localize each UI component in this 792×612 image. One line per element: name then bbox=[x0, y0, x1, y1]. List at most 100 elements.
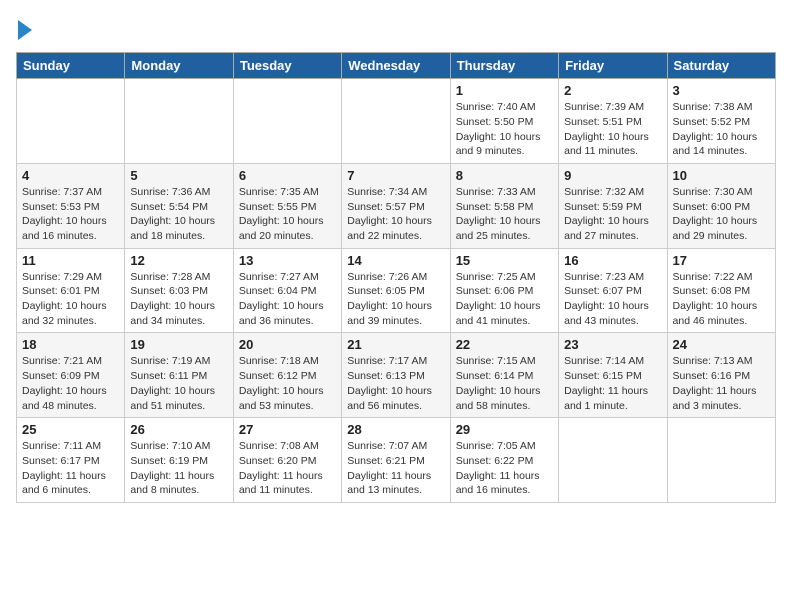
calendar-cell: 1 Sunrise: 7:40 AM Sunset: 5:50 PM Daylig… bbox=[450, 79, 558, 164]
day-number: 20 bbox=[239, 337, 336, 352]
calendar-cell: 29 Sunrise: 7:05 AM Sunset: 6:22 PM Dayli… bbox=[450, 418, 558, 503]
logo bbox=[16, 20, 32, 44]
calendar-cell: 8 Sunrise: 7:33 AM Sunset: 5:58 PM Daylig… bbox=[450, 163, 558, 248]
calendar-cell: 3 Sunrise: 7:38 AM Sunset: 5:52 PM Daylig… bbox=[667, 79, 775, 164]
calendar-cell: 21 Sunrise: 7:17 AM Sunset: 6:13 PM Dayli… bbox=[342, 333, 450, 418]
day-detail: Sunrise: 7:08 AM Sunset: 6:20 PM Dayligh… bbox=[239, 439, 336, 498]
day-number: 23 bbox=[564, 337, 661, 352]
logo-arrow-icon bbox=[18, 20, 32, 40]
calendar-cell: 20 Sunrise: 7:18 AM Sunset: 6:12 PM Dayli… bbox=[233, 333, 341, 418]
calendar-table: SundayMondayTuesdayWednesdayThursdayFrid… bbox=[16, 52, 776, 503]
day-detail: Sunrise: 7:25 AM Sunset: 6:06 PM Dayligh… bbox=[456, 270, 553, 329]
day-number: 10 bbox=[673, 168, 770, 183]
day-number: 14 bbox=[347, 253, 444, 268]
calendar-cell: 2 Sunrise: 7:39 AM Sunset: 5:51 PM Daylig… bbox=[559, 79, 667, 164]
calendar-cell: 5Sunrise: 7:36 AM Sunset: 5:54 PM Daylig… bbox=[125, 163, 233, 248]
calendar-cell bbox=[17, 79, 125, 164]
calendar-cell: 6Sunrise: 7:35 AM Sunset: 5:55 PM Daylig… bbox=[233, 163, 341, 248]
day-number: 3 bbox=[673, 83, 770, 98]
calendar-cell: 23 Sunrise: 7:14 AM Sunset: 6:15 PM Dayli… bbox=[559, 333, 667, 418]
day-number: 12 bbox=[130, 253, 227, 268]
day-detail: Sunrise: 7:17 AM Sunset: 6:13 PM Dayligh… bbox=[347, 354, 444, 413]
day-detail: Sunrise: 7:14 AM Sunset: 6:15 PM Dayligh… bbox=[564, 354, 661, 413]
week-row-4: 18 Sunrise: 7:21 AM Sunset: 6:09 PM Dayli… bbox=[17, 333, 776, 418]
day-number: 25 bbox=[22, 422, 119, 437]
day-number: 9 bbox=[564, 168, 661, 183]
calendar-cell: 12 Sunrise: 7:28 AM Sunset: 6:03 PM Dayli… bbox=[125, 248, 233, 333]
day-number: 19 bbox=[130, 337, 227, 352]
calendar-cell: 16 Sunrise: 7:23 AM Sunset: 6:07 PM Dayli… bbox=[559, 248, 667, 333]
day-number: 27 bbox=[239, 422, 336, 437]
day-detail: Sunrise: 7:22 AM Sunset: 6:08 PM Dayligh… bbox=[673, 270, 770, 329]
calendar-cell bbox=[559, 418, 667, 503]
day-detail: Sunrise: 7:27 AM Sunset: 6:04 PM Dayligh… bbox=[239, 270, 336, 329]
calendar-cell: 4 Sunrise: 7:37 AM Sunset: 5:53 PM Daylig… bbox=[17, 163, 125, 248]
day-detail: Sunrise: 7:21 AM Sunset: 6:09 PM Dayligh… bbox=[22, 354, 119, 413]
day-detail: Sunrise: 7:34 AM Sunset: 5:57 PM Dayligh… bbox=[347, 185, 444, 244]
day-detail: Sunrise: 7:30 AM Sunset: 6:00 PM Dayligh… bbox=[673, 185, 770, 244]
day-detail: Sunrise: 7:32 AM Sunset: 5:59 PM Dayligh… bbox=[564, 185, 661, 244]
day-detail: Sunrise: 7:13 AM Sunset: 6:16 PM Dayligh… bbox=[673, 354, 770, 413]
day-number: 13 bbox=[239, 253, 336, 268]
day-number: 29 bbox=[456, 422, 553, 437]
day-detail: Sunrise: 7:38 AM Sunset: 5:52 PM Dayligh… bbox=[673, 100, 770, 159]
day-number: 4 bbox=[22, 168, 119, 183]
day-number: 2 bbox=[564, 83, 661, 98]
calendar-cell: 24Sunrise: 7:13 AM Sunset: 6:16 PM Dayli… bbox=[667, 333, 775, 418]
calendar-cell: 10 Sunrise: 7:30 AM Sunset: 6:00 PM Dayli… bbox=[667, 163, 775, 248]
calendar-cell: 22Sunrise: 7:15 AM Sunset: 6:14 PM Dayli… bbox=[450, 333, 558, 418]
header-wednesday: Wednesday bbox=[342, 53, 450, 79]
calendar-cell bbox=[233, 79, 341, 164]
calendar-cell: 11Sunrise: 7:29 AM Sunset: 6:01 PM Dayli… bbox=[17, 248, 125, 333]
calendar-cell: 17Sunrise: 7:22 AM Sunset: 6:08 PM Dayli… bbox=[667, 248, 775, 333]
day-number: 28 bbox=[347, 422, 444, 437]
day-detail: Sunrise: 7:36 AM Sunset: 5:54 PM Dayligh… bbox=[130, 185, 227, 244]
day-detail: Sunrise: 7:11 AM Sunset: 6:17 PM Dayligh… bbox=[22, 439, 119, 498]
header-saturday: Saturday bbox=[667, 53, 775, 79]
header-tuesday: Tuesday bbox=[233, 53, 341, 79]
week-row-2: 4 Sunrise: 7:37 AM Sunset: 5:53 PM Daylig… bbox=[17, 163, 776, 248]
day-number: 1 bbox=[456, 83, 553, 98]
week-row-5: 25 Sunrise: 7:11 AM Sunset: 6:17 PM Dayli… bbox=[17, 418, 776, 503]
day-detail: Sunrise: 7:33 AM Sunset: 5:58 PM Dayligh… bbox=[456, 185, 553, 244]
day-detail: Sunrise: 7:39 AM Sunset: 5:51 PM Dayligh… bbox=[564, 100, 661, 159]
day-detail: Sunrise: 7:26 AM Sunset: 6:05 PM Dayligh… bbox=[347, 270, 444, 329]
header-friday: Friday bbox=[559, 53, 667, 79]
header-monday: Monday bbox=[125, 53, 233, 79]
day-number: 8 bbox=[456, 168, 553, 183]
calendar-cell: 7 Sunrise: 7:34 AM Sunset: 5:57 PM Daylig… bbox=[342, 163, 450, 248]
day-detail: Sunrise: 7:28 AM Sunset: 6:03 PM Dayligh… bbox=[130, 270, 227, 329]
calendar-cell: 15 Sunrise: 7:25 AM Sunset: 6:06 PM Dayli… bbox=[450, 248, 558, 333]
calendar-header-row: SundayMondayTuesdayWednesdayThursdayFrid… bbox=[17, 53, 776, 79]
day-number: 7 bbox=[347, 168, 444, 183]
day-detail: Sunrise: 7:37 AM Sunset: 5:53 PM Dayligh… bbox=[22, 185, 119, 244]
header-sunday: Sunday bbox=[17, 53, 125, 79]
week-row-1: 1 Sunrise: 7:40 AM Sunset: 5:50 PM Daylig… bbox=[17, 79, 776, 164]
day-number: 6 bbox=[239, 168, 336, 183]
day-number: 21 bbox=[347, 337, 444, 352]
calendar-cell: 25 Sunrise: 7:11 AM Sunset: 6:17 PM Dayli… bbox=[17, 418, 125, 503]
day-detail: Sunrise: 7:19 AM Sunset: 6:11 PM Dayligh… bbox=[130, 354, 227, 413]
day-number: 16 bbox=[564, 253, 661, 268]
calendar-cell: 14 Sunrise: 7:26 AM Sunset: 6:05 PM Dayli… bbox=[342, 248, 450, 333]
day-detail: Sunrise: 7:29 AM Sunset: 6:01 PM Dayligh… bbox=[22, 270, 119, 329]
calendar-cell: 26 Sunrise: 7:10 AM Sunset: 6:19 PM Dayli… bbox=[125, 418, 233, 503]
day-number: 26 bbox=[130, 422, 227, 437]
day-detail: Sunrise: 7:18 AM Sunset: 6:12 PM Dayligh… bbox=[239, 354, 336, 413]
day-detail: Sunrise: 7:07 AM Sunset: 6:21 PM Dayligh… bbox=[347, 439, 444, 498]
day-detail: Sunrise: 7:10 AM Sunset: 6:19 PM Dayligh… bbox=[130, 439, 227, 498]
header-thursday: Thursday bbox=[450, 53, 558, 79]
calendar-cell bbox=[125, 79, 233, 164]
calendar-cell: 28 Sunrise: 7:07 AM Sunset: 6:21 PM Dayli… bbox=[342, 418, 450, 503]
day-detail: Sunrise: 7:40 AM Sunset: 5:50 PM Dayligh… bbox=[456, 100, 553, 159]
day-detail: Sunrise: 7:05 AM Sunset: 6:22 PM Dayligh… bbox=[456, 439, 553, 498]
calendar-cell bbox=[342, 79, 450, 164]
day-number: 18 bbox=[22, 337, 119, 352]
calendar-cell: 13 Sunrise: 7:27 AM Sunset: 6:04 PM Dayli… bbox=[233, 248, 341, 333]
calendar-cell bbox=[667, 418, 775, 503]
day-number: 15 bbox=[456, 253, 553, 268]
week-row-3: 11Sunrise: 7:29 AM Sunset: 6:01 PM Dayli… bbox=[17, 248, 776, 333]
calendar-cell: 18 Sunrise: 7:21 AM Sunset: 6:09 PM Dayli… bbox=[17, 333, 125, 418]
day-detail: Sunrise: 7:23 AM Sunset: 6:07 PM Dayligh… bbox=[564, 270, 661, 329]
calendar-cell: 27 Sunrise: 7:08 AM Sunset: 6:20 PM Dayli… bbox=[233, 418, 341, 503]
